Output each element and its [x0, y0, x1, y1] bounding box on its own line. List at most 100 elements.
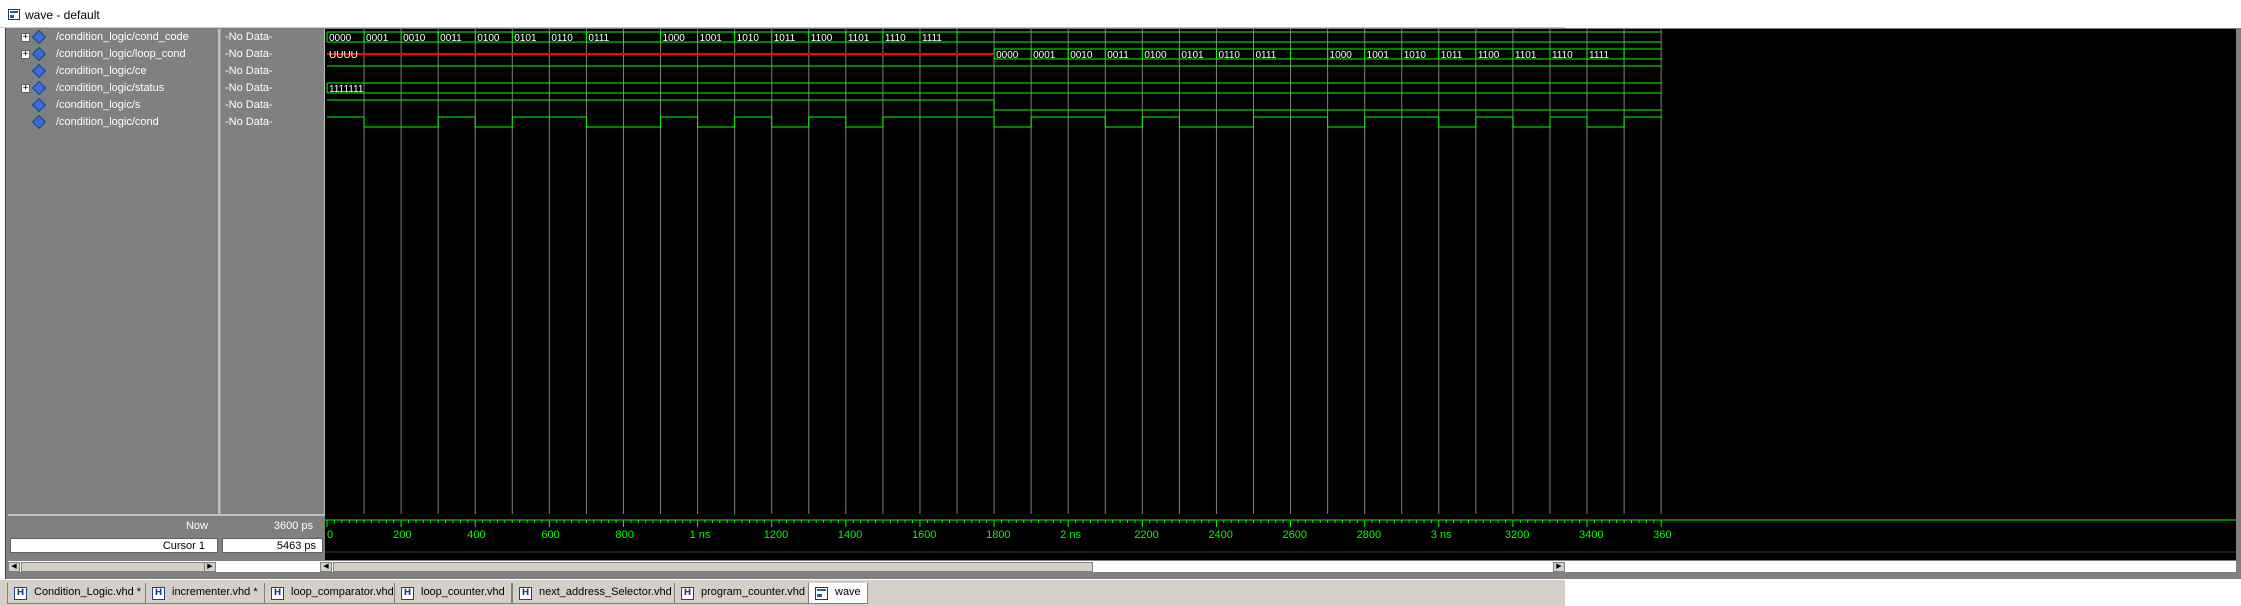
scroll-right-icon[interactable]: ▶ [1553, 562, 1565, 572]
signal-row-s[interactable]: /condition_logic/s [8, 97, 220, 114]
tab-loop-comparator[interactable]: H loop_comparator.vhd [264, 583, 401, 604]
vhdl-file-icon: H [401, 587, 414, 600]
bus-value-label: 0011 [440, 33, 462, 44]
now-label: Now [185, 520, 208, 532]
ruler-tick-label: 2800 [1357, 529, 1381, 541]
scroll-left-icon[interactable]: ◀ [8, 562, 20, 572]
bus-value-label: 1111 [1589, 50, 1609, 61]
tab-label: wave [835, 586, 861, 598]
signal-diamond-icon [31, 63, 47, 79]
bus-value-label: 1100 [1478, 50, 1500, 61]
ruler-tick-label: 3400 [1579, 529, 1603, 541]
window-title: wave - default [25, 8, 100, 22]
scroll-left-icon[interactable]: ◀ [320, 562, 332, 572]
s-wave [327, 99, 1662, 111]
cursor-1-value: 5463 ps [276, 540, 316, 552]
tab-condition-logic[interactable]: H Condition_Logic.vhd * [7, 583, 149, 604]
signal-diamond-icon [31, 114, 47, 130]
time-ruler-svg: 0 200 400 600 800 1 ns 1200 1400 1600 1800 2 ns 220… [325, 519, 2236, 553]
bus-value-label: 1001 [1367, 50, 1390, 61]
signal-row-loop-cond[interactable]: + /condition_logic/loop_cond [8, 46, 220, 63]
ruler-tick-label: 600 [541, 529, 559, 541]
bus-value-label: 0001 [366, 33, 389, 44]
ruler-tick-label: 400 [467, 529, 485, 541]
signal-name-pane: + /condition_logic/cond_code + /conditio… [8, 29, 220, 514]
tab-label: loop_comparator.vhd [291, 586, 394, 598]
tab-label: loop_counter.vhd [421, 586, 505, 598]
signal-diamond-icon [31, 29, 47, 45]
window-titlebar[interactable]: wave - default [0, 0, 1565, 28]
signal-row-cond-code[interactable]: + /condition_logic/cond_code [8, 29, 220, 46]
expand-icon[interactable]: + [21, 50, 30, 59]
ruler-tick-label: 1800 [986, 529, 1010, 541]
ruler-tick-label: 3200 [1505, 529, 1529, 541]
bus-value-label: 1100 [811, 33, 833, 44]
scroll-thumb-waves[interactable] [333, 562, 1093, 572]
bus-value-label: 1101 [1515, 50, 1537, 61]
bus-value-label: UUUU [329, 50, 358, 61]
ruler-tick-label: 200 [393, 529, 411, 541]
time-ruler[interactable]: 0 200 400 600 800 1 ns 1200 1400 1600 1800 2 ns 220… [325, 514, 2236, 560]
signal-value-text: -No Data- [225, 65, 273, 77]
waveform-svg: 0000 0001 0010 0011 0100 0101 0110 0111 1000 1001… [326, 29, 1662, 514]
tab-loop-counter[interactable]: H loop_counter.vhd [394, 583, 512, 604]
bus-value-label: 0000 [329, 33, 352, 44]
expand-icon[interactable]: + [21, 33, 30, 42]
empty-area [1565, 579, 2241, 606]
bus-value-label: 1011 [774, 33, 796, 44]
bus-value-label: 0101 [514, 33, 537, 44]
signal-value[interactable]: -No Data- [221, 63, 326, 80]
signal-name: /condition_logic/loop_cond [56, 48, 186, 60]
signal-name: /condition_logic/status [56, 82, 165, 94]
horizontal-scrollbar[interactable]: ◀ ▶ ◀ ▶ [8, 560, 2236, 572]
signal-value[interactable]: -No Data- [221, 29, 326, 46]
scroll-right-icon[interactable]: ▶ [204, 562, 216, 572]
bus-value-label: 1111 [922, 33, 942, 44]
bus-value-label: 1001 [700, 33, 723, 44]
signal-row-ce[interactable]: /condition_logic/ce [8, 63, 220, 80]
tab-next-address-selector[interactable]: H next_address_Selector.vhd [512, 583, 679, 604]
waveform-canvas[interactable]: 0000 0001 0010 0011 0100 0101 0110 0111 1000 1001… [325, 29, 2236, 514]
signal-value[interactable]: -No Data- [221, 97, 326, 114]
tab-incrementer[interactable]: H incrementer.vhd * [145, 583, 265, 604]
tab-label: incrementer.vhd * [172, 586, 258, 598]
bus-value-label: 1000 [663, 33, 686, 44]
tab-wave[interactable]: wave [808, 583, 868, 604]
bus-value-label: 1010 [1404, 50, 1427, 61]
tab-label: Condition_Logic.vhd * [34, 586, 142, 598]
bus-value-label: 0111 [1256, 50, 1277, 61]
scroll-thumb-names[interactable] [21, 562, 216, 572]
wave-window-icon [815, 587, 828, 600]
signal-value[interactable]: -No Data- [221, 80, 326, 97]
signal-name: /condition_logic/cond_code [56, 31, 189, 43]
tab-program-counter[interactable]: H program_counter.vhd [674, 583, 812, 604]
ruler-tick-label: 2 ns [1060, 529, 1081, 541]
cursor-1-label-box[interactable]: Cursor 1 [10, 538, 218, 553]
cond-wave [327, 116, 1662, 128]
vhdl-file-icon: H [271, 587, 284, 600]
signal-value-text: -No Data- [225, 116, 273, 128]
now-value: 3600 ps [273, 520, 313, 532]
bus-value-label: 1110 [885, 33, 906, 44]
vhdl-file-icon: H [681, 587, 694, 600]
signal-value[interactable]: -No Data- [221, 46, 326, 63]
bus-value-label: 0111 [588, 33, 609, 44]
bus-value-label: 1110 [1552, 50, 1573, 61]
bus-value-label: 0010 [403, 33, 426, 44]
signal-value-pane: -No Data- -No Data- -No Data- -No Data- … [220, 29, 325, 514]
ruler-tick-label: 800 [615, 529, 633, 541]
vhdl-file-icon: H [152, 587, 165, 600]
tab-label: next_address_Selector.vhd [539, 586, 672, 598]
signal-row-status[interactable]: + /condition_logic/status [8, 80, 220, 97]
signal-value-text: -No Data- [225, 82, 273, 94]
cursor-name-pane: Now Cursor 1 [8, 514, 220, 560]
ruler-tick-label: 360 [1653, 529, 1671, 541]
bus-value-label: 0011 [1107, 50, 1129, 61]
bus-value-label: 0010 [1070, 50, 1093, 61]
bus-value-label: 0110 [1218, 50, 1240, 61]
signal-value[interactable]: -No Data- [221, 114, 326, 131]
cursor-1-value-box[interactable]: 5463 ps [222, 538, 323, 553]
vhdl-file-icon: H [14, 587, 27, 600]
signal-row-cond[interactable]: /condition_logic/cond [8, 114, 220, 131]
expand-icon[interactable]: + [21, 84, 30, 93]
